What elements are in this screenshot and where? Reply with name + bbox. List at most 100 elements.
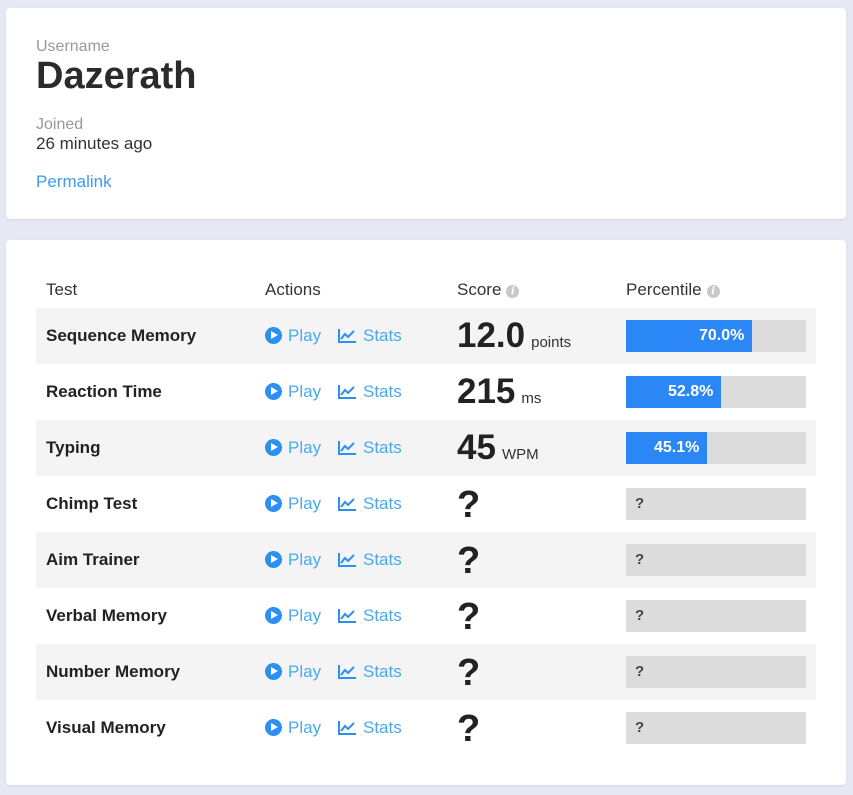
play-circle-icon [265,719,282,736]
score-unit: points [531,334,572,351]
line-chart-icon [338,385,356,399]
play-button-number-memory[interactable]: Play [265,644,321,700]
stats-label: Stats [363,718,402,737]
stats-button-typing[interactable]: Stats [338,420,402,476]
test-name-typing: Typing [46,438,101,457]
play-button-reaction-time[interactable]: Play [265,364,321,420]
score-unknown: ? [457,540,481,582]
score-unknown: ? [457,708,481,750]
play-circle-icon [265,327,282,344]
stats-button-reaction-time[interactable]: Stats [338,364,402,420]
table-row: Typing Play Stats 45 WPM 45.1% [36,420,816,476]
profile-card: Username Dazerath Joined 26 minutes ago … [6,8,846,219]
play-label: Play [288,718,322,737]
stats-button-number-memory[interactable]: Stats [338,644,402,700]
table-row: Visual Memory Play Stats?? [36,700,816,756]
username: Dazerath [36,55,197,97]
line-chart-icon [338,665,356,679]
play-button-chimp-test[interactable]: Play [265,476,321,532]
score-value: 45 WPM [457,428,539,468]
stats-button-sequence-memory[interactable]: Stats [338,308,402,364]
play-circle-icon [265,607,282,624]
line-chart-icon [338,553,356,567]
play-label: Play [288,494,322,513]
test-name-chimp-test: Chimp Test [46,494,138,513]
play-circle-icon [265,663,282,680]
score-unit: ms [521,390,542,407]
score-number: 12.0 [457,316,526,355]
score-unknown: ? [457,484,481,526]
percentile-bar: 45.1% [626,432,806,464]
header-percentile-label: Percentile [626,280,702,299]
percentile-bar: ? [626,600,806,632]
header-test: Test [46,280,78,299]
line-chart-icon [338,441,356,455]
play-circle-icon [265,495,282,512]
table-row: Sequence Memory Play Stats 12.0 points 70.0% [36,308,816,364]
stats-label: Stats [363,382,402,401]
line-chart-icon [338,609,356,623]
play-button-sequence-memory[interactable]: Play [265,308,321,364]
test-name-reaction-time: Reaction Time [46,382,162,401]
table-row: Verbal Memory Play Stats?? [36,588,816,644]
percentile-label: 45.1% [654,439,700,456]
percentile-bar: ? [626,656,806,688]
play-button-visual-memory[interactable]: Play [265,700,321,756]
score-info-icon[interactable]: i [506,285,520,298]
line-chart-icon [338,721,356,735]
table-row: Number Memory Play Stats?? [36,644,816,700]
play-circle-icon [265,439,282,456]
play-label: Play [288,550,322,569]
percentile-unknown: ? [635,607,645,624]
stats-button-visual-memory[interactable]: Stats [338,700,402,756]
table-row: Aim Trainer Play Stats?? [36,532,816,588]
play-button-aim-trainer[interactable]: Play [265,532,321,588]
percentile-bar: ? [626,544,806,576]
play-label: Play [288,326,322,345]
permalink-link[interactable]: Permalink [36,172,112,192]
header-score-label: Score [457,280,502,299]
percentile-bar: 70.0% [626,320,806,352]
percentile-unknown: ? [635,719,645,736]
header-percentile: Percentile i [626,280,720,300]
header-score: Score i [457,280,520,300]
stats-button-aim-trainer[interactable]: Stats [338,532,402,588]
percentile-unknown: ? [635,495,645,512]
percentile-unknown: ? [635,551,645,568]
test-name-number-memory: Number Memory [46,662,181,681]
score-table-body: Sequence Memory Play Stats 12.0 points 70.0% R… [36,308,816,756]
play-button-verbal-memory[interactable]: Play [265,588,321,644]
joined-label: Joined [36,116,84,133]
test-name-sequence-memory: Sequence Memory [46,326,197,345]
play-label: Play [288,382,322,401]
percentile-bar: ? [626,488,806,520]
score-unit: WPM [501,446,539,463]
stats-label: Stats [363,438,402,457]
test-name-verbal-memory: Verbal Memory [46,606,167,625]
header-actions: Actions [265,280,321,299]
stats-label: Stats [363,550,402,569]
percentile-bar: ? [626,712,806,744]
play-circle-icon [265,383,282,400]
table-row: Chimp Test Play Stats?? [36,476,816,532]
score-unknown: ? [457,652,481,694]
line-chart-icon [338,497,356,511]
table-header: Test Actions Score i Percentile i [6,280,846,300]
play-label: Play [288,606,322,625]
play-label: Play [288,662,322,681]
play-label: Play [288,438,322,457]
stats-button-verbal-memory[interactable]: Stats [338,588,402,644]
table-row: Reaction Time Play Stats 215 ms 52.8% [36,364,816,420]
stats-button-chimp-test[interactable]: Stats [338,476,402,532]
percentile-unknown: ? [635,663,645,680]
stats-label: Stats [363,494,402,513]
score-number: 215 [457,372,516,411]
percentile-bar: 52.8% [626,376,806,408]
score-unknown: ? [457,596,481,638]
score-value: 12.0 points [457,316,571,356]
percentile-label: 70.0% [699,327,745,344]
percentile-info-icon[interactable]: i [706,285,720,298]
play-button-typing[interactable]: Play [265,420,321,476]
score-number: 45 [457,428,496,467]
percentile-label: 52.8% [668,383,714,400]
